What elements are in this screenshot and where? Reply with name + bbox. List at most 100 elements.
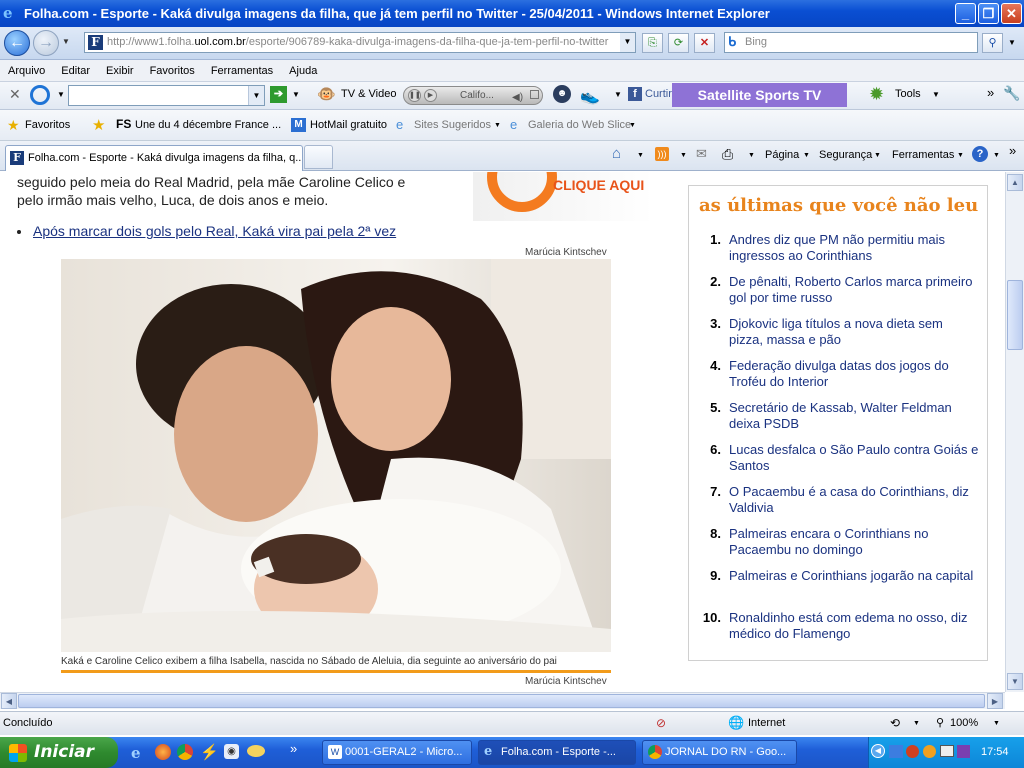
- task-word-document[interactable]: W 0001-GERAL2 - Micro...: [322, 740, 472, 765]
- shoe-dropdown-icon[interactable]: ▼: [614, 90, 622, 99]
- scroll-left-icon[interactable]: ◀: [1, 693, 17, 709]
- forward-button[interactable]: →: [33, 30, 59, 56]
- update-tray-icon[interactable]: [923, 745, 936, 758]
- search-engine-icon[interactable]: [30, 85, 50, 105]
- go-arrow-icon[interactable]: ➔: [270, 86, 287, 103]
- start-button[interactable]: Iniciar: [0, 737, 118, 768]
- history-dropdown-icon[interactable]: ▼: [62, 37, 70, 46]
- media-player-widget[interactable]: ❚❚ ▶ Califo... ◀): [403, 86, 543, 105]
- clock[interactable]: 17:54: [981, 746, 1009, 758]
- page-menu-button[interactable]: Página: [765, 149, 799, 161]
- menu-exibir[interactable]: Exibir: [98, 65, 142, 77]
- curtir-button[interactable]: Curtir: [645, 88, 672, 100]
- search-options-icon[interactable]: ▼: [1008, 38, 1016, 47]
- shoe-icon[interactable]: 👟: [580, 86, 600, 106]
- media-icon[interactable]: ◉: [224, 744, 239, 759]
- menu-ajuda[interactable]: Ajuda: [281, 65, 325, 77]
- sites-dropdown-icon[interactable]: ▼: [494, 122, 501, 129]
- rss-feed-icon[interactable]: ))): [655, 147, 669, 161]
- feed-dropdown-icon[interactable]: ▼: [680, 152, 687, 159]
- play-icon[interactable]: ▶: [424, 89, 437, 102]
- tools-menu-button[interactable]: Ferramentas: [892, 149, 954, 161]
- tray-collapse-icon[interactable]: ◀: [871, 744, 885, 758]
- fav-item-une[interactable]: Une du 4 décembre France ...: [135, 119, 281, 131]
- security-tray-icon[interactable]: [906, 745, 919, 758]
- tab-folha-esporte[interactable]: F Folha.com - Esporte - Kaká divulga ima…: [5, 145, 303, 171]
- zoom-level[interactable]: 100%: [950, 717, 978, 729]
- chevron-down-icon[interactable]: ▼: [248, 86, 264, 105]
- home-icon[interactable]: ⌂: [612, 145, 621, 162]
- galeria-dropdown-icon[interactable]: ▼: [629, 122, 636, 129]
- command-overflow-icon[interactable]: »: [1009, 143, 1016, 158]
- quicklaunch-overflow-icon[interactable]: »: [290, 741, 297, 756]
- quicklaunch-ie-icon[interactable]: e: [131, 744, 141, 762]
- pause-icon[interactable]: ❚❚: [408, 89, 421, 102]
- menu-favoritos[interactable]: Favoritos: [142, 65, 203, 77]
- tools-button[interactable]: Tools: [895, 88, 921, 100]
- volume-icon[interactable]: ◀): [512, 89, 523, 106]
- vertical-scrollbar[interactable]: ▲ ▼: [1005, 172, 1024, 692]
- search-icon[interactable]: ⚲: [982, 33, 1003, 53]
- task-ie-folha[interactable]: e Folha.com - Esporte -...: [478, 740, 636, 765]
- print-dropdown-icon[interactable]: ▼: [748, 152, 755, 159]
- favorites-button[interactable]: Favoritos: [25, 119, 70, 131]
- engine-dropdown-icon[interactable]: ▼: [57, 90, 65, 99]
- minimize-button[interactable]: _: [955, 3, 976, 24]
- tv-video-button[interactable]: TV & Video: [341, 88, 396, 100]
- popup-dropdown-icon[interactable]: ▼: [913, 720, 920, 727]
- add-favorite-icon[interactable]: ★: [92, 116, 105, 134]
- ad-text: CLIQUE AQUI: [553, 177, 645, 193]
- quicklaunch-misc-icon[interactable]: [247, 745, 265, 757]
- close-window-button[interactable]: ✕: [1001, 3, 1022, 24]
- back-button[interactable]: ←: [4, 30, 30, 56]
- alien-icon[interactable]: ☻: [553, 85, 571, 103]
- task-chrome-jornal[interactable]: JORNAL DO RN - Goo...: [642, 740, 797, 765]
- help-icon[interactable]: ?: [972, 146, 988, 162]
- firefox-icon[interactable]: [155, 744, 171, 760]
- protected-mode-icon[interactable]: ⊘: [656, 716, 666, 730]
- close-toolbar-icon[interactable]: ✕: [9, 86, 21, 103]
- fav-item-galeria[interactable]: Galeria do Web Slice: [528, 119, 631, 131]
- toolbar-overflow-icon[interactable]: »: [987, 85, 994, 100]
- new-tab-button[interactable]: [304, 145, 333, 169]
- satellite-sports-tv-button[interactable]: Satellite Sports TV: [672, 83, 847, 107]
- search-input[interactable]: ᑲ Bing: [724, 32, 978, 53]
- popup-icon[interactable]: ⟲: [890, 716, 900, 730]
- address-input[interactable]: Fhttp://www1.folha.uol.com.br/esporte/90…: [84, 32, 636, 53]
- app-tray-icon[interactable]: [957, 745, 970, 758]
- scroll-down-icon[interactable]: ▼: [1007, 673, 1023, 690]
- mail-icon[interactable]: ✉: [696, 146, 707, 162]
- horizontal-scrollbar[interactable]: ◀ ▶: [0, 692, 1005, 709]
- clique-aqui-ad[interactable]: CLIQUE AQUI: [473, 172, 653, 221]
- stop-icon[interactable]: ✕: [694, 33, 715, 53]
- menu-editar[interactable]: Editar: [53, 65, 98, 77]
- go-dropdown-icon[interactable]: ▼: [292, 90, 300, 99]
- fav-item-hotmail[interactable]: HotMail gratuito: [310, 119, 387, 131]
- scroll-right-icon[interactable]: ▶: [987, 693, 1003, 709]
- print-icon[interactable]: ⎙: [722, 146, 733, 163]
- help-dropdown-icon[interactable]: ▼: [993, 152, 1000, 159]
- zoom-dropdown-icon[interactable]: ▼: [993, 720, 1000, 727]
- compatibility-view-icon[interactable]: ⎘: [642, 33, 663, 53]
- window-title-bar[interactable]: e Folha.com - Esporte - Kaká divulga ima…: [0, 0, 1024, 27]
- horizontal-scroll-thumb[interactable]: [18, 694, 985, 708]
- toolbar-search-input[interactable]: ▼: [68, 85, 265, 106]
- winamp-icon[interactable]: ⚡: [200, 743, 219, 761]
- vertical-scroll-thumb[interactable]: [1007, 280, 1023, 350]
- address-dropdown-icon[interactable]: ▼: [620, 33, 635, 52]
- display-tray-icon[interactable]: [940, 745, 954, 757]
- refresh-icon[interactable]: ⟳: [668, 33, 689, 53]
- safety-menu-button[interactable]: Segurança: [819, 149, 872, 161]
- home-dropdown-icon[interactable]: ▼: [637, 152, 644, 159]
- wrench-icon[interactable]: 🔧: [1003, 85, 1020, 102]
- network-icon[interactable]: [889, 745, 903, 758]
- chrome-icon[interactable]: [177, 744, 193, 760]
- restore-button[interactable]: ❐: [978, 3, 999, 24]
- fav-item-sites-sugeridos[interactable]: Sites Sugeridos: [414, 119, 491, 131]
- related-article-link[interactable]: Após marcar dois gols pelo Real, Kaká vi…: [33, 223, 396, 239]
- scroll-up-icon[interactable]: ▲: [1007, 174, 1023, 191]
- menu-arquivo[interactable]: Arquivo: [0, 65, 53, 77]
- menu-ferramentas[interactable]: Ferramentas: [203, 65, 281, 77]
- stop-media-icon[interactable]: [530, 90, 539, 99]
- tools-dropdown-icon[interactable]: ▼: [932, 90, 940, 99]
